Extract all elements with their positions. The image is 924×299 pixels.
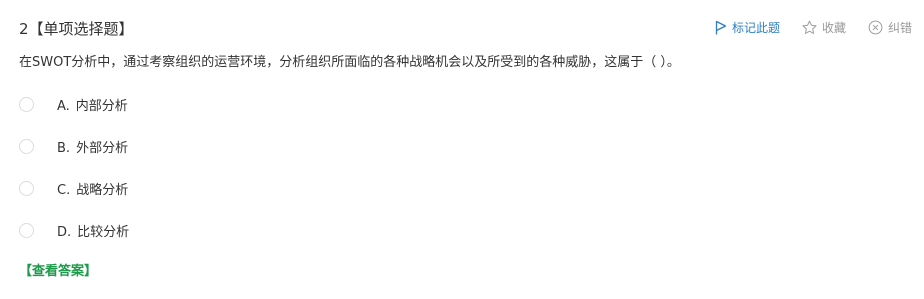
question-toolbar: 标记此题 收藏 纠错	[693, 16, 912, 38]
circle-x-icon	[868, 20, 883, 34]
option-letter: A.	[57, 98, 70, 114]
favorite-label: 收藏	[821, 20, 846, 35]
question-type: 【单项选择题】	[28, 20, 134, 38]
option-label: 外部分析	[76, 140, 129, 156]
option-c-radio[interactable]	[19, 180, 34, 196]
option-a-text: A. 内部分析	[57, 95, 128, 114]
option-letter: B.	[57, 140, 71, 156]
option-label: 战略分析	[76, 182, 129, 198]
option-b[interactable]: B. 外部分析	[19, 136, 128, 156]
flag-icon	[715, 20, 727, 34]
star-icon	[802, 20, 817, 34]
view-answer-link[interactable]: 【查看答案】	[19, 262, 97, 282]
question-stem: 在SWOT分析中，通过考察组织的运营环境，分析组织所面临的各种战略机会以及所受到…	[19, 55, 680, 70]
mark-question-label: 标记此题	[731, 20, 780, 35]
option-c-text: C. 战略分析	[57, 179, 128, 198]
option-a[interactable]: A. 内部分析	[19, 94, 128, 114]
option-b-radio[interactable]	[19, 138, 34, 154]
option-c[interactable]: C. 战略分析	[19, 178, 128, 198]
favorite-button[interactable]: 收藏	[802, 19, 846, 36]
question-header: 2【单项选择题】	[19, 18, 134, 40]
option-label: 比较分析	[77, 224, 130, 240]
option-d-radio[interactable]	[19, 222, 34, 238]
option-b-text: B. 外部分析	[57, 137, 128, 156]
option-label: 内部分析	[75, 98, 128, 114]
option-d-text: D. 比较分析	[57, 221, 129, 240]
option-d[interactable]: D. 比较分析	[19, 220, 129, 240]
option-letter: D.	[57, 224, 72, 240]
report-error-button[interactable]: 纠错	[868, 19, 912, 36]
option-letter: C.	[57, 182, 71, 198]
question-number: 2	[19, 20, 29, 38]
mark-question-button[interactable]: 标记此题	[715, 19, 780, 36]
report-error-label: 纠错	[887, 20, 912, 35]
option-a-radio[interactable]	[19, 96, 34, 112]
